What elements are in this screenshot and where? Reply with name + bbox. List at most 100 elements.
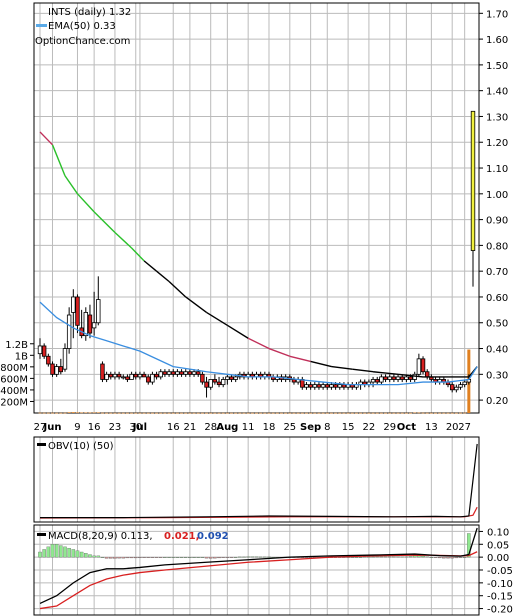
volume-bar [159,412,163,414]
volume-bar [59,412,63,414]
price-candle [54,366,59,375]
volume-bar [63,412,67,414]
price-candle [66,314,72,349]
volume-bar [400,412,404,414]
volume-tick-label: 400M [0,386,28,397]
volume-bar [225,412,229,414]
macd-hist-bar [200,556,205,558]
price-candle [229,376,234,380]
price-candle [141,373,147,378]
price-tick-label: 0.50 [486,319,508,330]
macd-tick-label: -0.10 [487,579,513,590]
volume-bar [242,412,246,414]
price-candle [454,386,459,391]
x-axis-ticks: 27Jun 9 16 23 30Jul 16 21 28 Aug 11 18 25 Sep 8 15 22 29… [34,422,471,433]
price-candle [216,381,222,386]
price-candle [204,381,209,388]
price-candle [458,384,463,388]
macd-hist-bar [383,556,388,558]
volume-bar [321,412,325,414]
volume-tick-label: 800M [0,363,28,374]
price-candle [62,348,68,370]
volume-bar [317,412,321,414]
price-candle [146,376,151,383]
volume-bar [438,412,442,414]
price-candle [137,373,143,378]
macd-hist-bar [229,556,234,558]
x-tick-label: Oct [397,422,416,433]
price-candle [87,314,93,334]
macd-tick-label: -0.20 [487,605,513,616]
macd-hist-bar [129,556,134,559]
volume-bar [346,412,350,414]
price-candle [387,376,392,380]
macd-hist-bar [238,556,242,558]
macd-hist-bar [196,556,200,558]
volume-bar [46,412,50,414]
legend-macd-hist: 0.092 [197,531,229,542]
macd-hist-bar [63,546,67,558]
price-candle [225,376,230,380]
volume-bar [275,412,279,414]
macd-hist-bar [204,556,209,559]
volume-bar [230,412,234,414]
macd-hist-bar [138,556,142,558]
volume-bar [371,412,375,414]
volume-bar [113,412,117,414]
price-tick-label: 1.00 [486,190,508,201]
volume-bar [42,412,46,414]
price-candle [133,373,138,378]
price-candle [408,376,413,380]
price-candle [383,376,388,380]
x-tick-label: 9 [74,422,80,433]
volume-bar [55,412,59,414]
price-candle [83,312,88,337]
macd-hist-bar [134,556,138,559]
x-tick-label: 13 [425,422,438,433]
x-tick-label: 27 [458,422,471,433]
stock-chart: 0.20 0.30 0.40 0.50 0.60 0.70 0.80 0.90 1.00 1.10… [0,0,526,616]
volume-bar [409,412,413,414]
volume-bar [425,412,429,414]
volume-bar [50,412,54,414]
volume-bar [325,412,329,414]
volume-bar [279,412,283,414]
price-candle [75,296,80,326]
volume-bar [117,412,121,414]
macd-hist-bar [154,556,159,558]
obv-legend-swatch [37,443,46,446]
price-candle [333,384,338,388]
volume-bar [134,412,138,414]
price-candle [200,373,205,383]
volume-bar [288,412,292,414]
price-candle [191,371,197,375]
price-candle [46,355,51,365]
price-candle [412,373,417,380]
volume-bar [379,412,383,414]
volume-bar [304,412,308,414]
x-tick-label: Jun [43,422,62,433]
legend-site: OptionChance.com [35,36,130,47]
volume-bar [71,412,75,413]
price-candle [291,379,297,383]
price-candle [187,371,193,375]
volume-bar [125,412,129,414]
volume-bar [196,412,200,414]
price-tick-label: 1.20 [486,138,508,149]
volume-tick-label: 200M [0,397,28,408]
macd-hist-bar [208,556,213,559]
volume-bar [367,412,371,414]
x-tick-label: 25 [283,422,296,433]
price-candle [125,376,130,380]
macd-hist-bar [246,556,250,558]
macd-tick-label: 0.00 [487,553,509,564]
volume-bar [329,412,333,414]
macd-hist-bar [163,556,167,558]
x-tick-label: 21 [184,422,197,433]
macd-hist-bar [188,556,192,558]
price-candle [212,379,218,383]
macd-hist-bar [88,554,92,558]
price-candle [183,371,188,375]
price-candle [391,376,397,380]
macd-hist-bar [225,556,230,558]
